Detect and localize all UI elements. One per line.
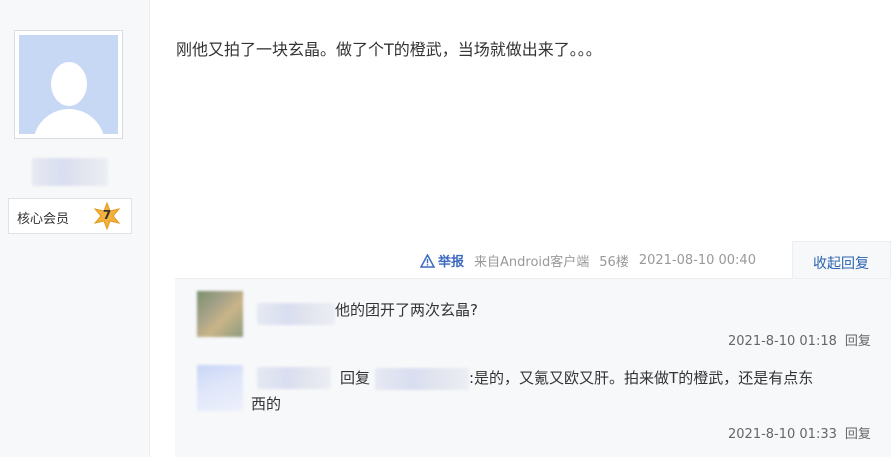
- reply-avatar[interactable]: [197, 291, 243, 337]
- member-badge: 核心会员 7: [8, 198, 132, 234]
- reply-button[interactable]: 回复: [845, 334, 871, 349]
- post-source[interactable]: 来自Android客户端: [474, 251, 589, 270]
- reply-username-blurred[interactable]: [257, 367, 331, 389]
- report-link[interactable]: 举报: [420, 251, 464, 270]
- reply-username-blurred[interactable]: [257, 303, 335, 325]
- reply-text: 他的团开了两次玄晶?: [335, 301, 478, 319]
- member-label: 核心会员: [17, 212, 70, 227]
- collapse-label: 收起回复: [813, 256, 869, 272]
- report-label: 举报: [438, 255, 465, 270]
- reply-avatar[interactable]: [197, 365, 243, 411]
- reply-text-line1: :是的，又氪又欧又肝。拍来做T的橙武，还是有点东: [469, 369, 814, 387]
- reply-text-line2: 西的: [251, 395, 282, 413]
- author-sidebar: 核心会员 7: [0, 0, 150, 457]
- level-star-icon: 7: [93, 201, 121, 231]
- reply-list: 他的团开了两次玄晶? 2021-8-10 01:18 回复 回复 :是的，又氪又欧…: [175, 278, 891, 457]
- username-blurred[interactable]: [32, 158, 108, 186]
- reply-meta: 2021-8-10 01:18 回复: [728, 330, 871, 349]
- avatar[interactable]: [14, 30, 123, 139]
- default-avatar-icon: [19, 35, 118, 134]
- collapse-replies-button[interactable]: 收起回复: [792, 241, 891, 279]
- reply-datetime: 2021-8-10 01:33: [728, 427, 837, 442]
- floor-number: 56楼: [599, 255, 629, 270]
- warning-icon: [420, 253, 435, 268]
- reply-meta: 2021-8-10 01:33 回复: [728, 423, 871, 442]
- level-number: 7: [102, 208, 112, 222]
- reply-datetime: 2021-8-10 01:18: [728, 334, 837, 349]
- reply-button[interactable]: 回复: [845, 427, 871, 442]
- post-content: 刚他又拍了一块玄晶。做了个T的橙武，当场就做出来了。。。: [176, 40, 602, 59]
- reply-to-label: 回复: [340, 369, 371, 387]
- post-meta: 举报 来自Android客户端 56楼 2021-08-10 00:40: [420, 251, 756, 270]
- reply-target-blurred[interactable]: [375, 368, 469, 390]
- post-datetime: 2021-08-10 00:40: [638, 253, 756, 268]
- reply-text: 回复: [340, 365, 370, 391]
